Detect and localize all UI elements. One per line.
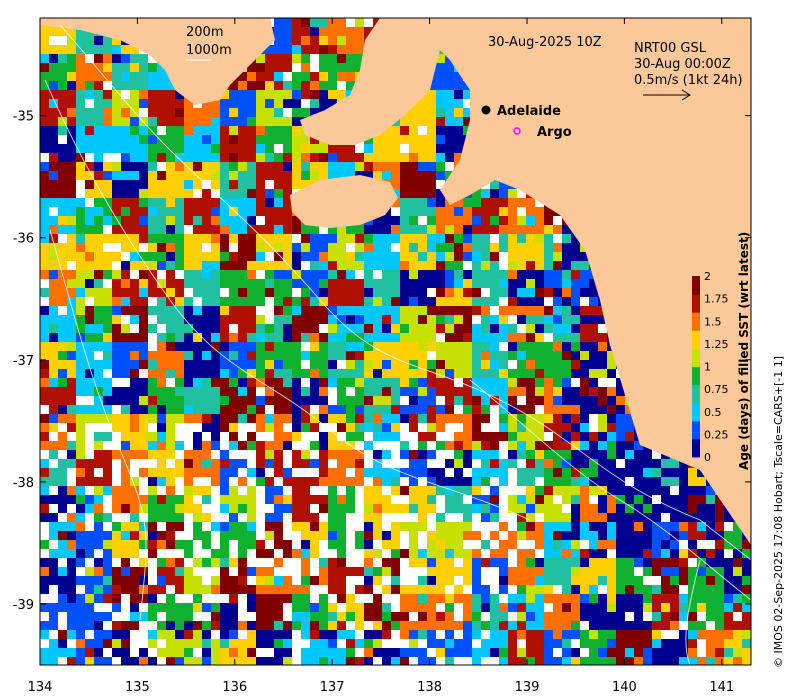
colorbar-tick-label: 0.75 xyxy=(704,383,729,396)
x-tick-label: 141 xyxy=(709,680,734,695)
colorbar-swatch xyxy=(692,294,700,313)
colorbar-swatch xyxy=(692,276,700,295)
y-tick-label: -38 xyxy=(13,476,34,491)
colorbar-swatch xyxy=(692,312,700,331)
colorbar-tick-label: 1.25 xyxy=(704,338,729,351)
colorbar-swatch xyxy=(692,384,700,404)
colorbar-title: Age (days) of filled SST (wrt latest) xyxy=(737,232,751,470)
x-tick-label: 134 xyxy=(28,680,53,695)
y-tick-label: -36 xyxy=(13,232,34,247)
depth-contour-label-1000: 1000m xyxy=(186,43,232,58)
x-tick-label: 137 xyxy=(320,680,345,695)
sst-age-map: 134 135 136 137 138 139 140 141 -35 -36 -37 -38 -39… xyxy=(13,17,785,695)
imos-credit: © IMOS 02-Sep-2025 17:08 Hobart; Tscale=… xyxy=(772,356,785,668)
y-tick-label: -37 xyxy=(13,354,34,369)
x-tick-label: 140 xyxy=(612,680,637,695)
colorbar-tick-label: 1 xyxy=(704,361,711,374)
depth-contour-label-200: 200m xyxy=(186,25,223,40)
colorbar-tick-label: 0 xyxy=(704,451,711,464)
colorbar-swatch xyxy=(692,402,700,422)
x-tick-label: 135 xyxy=(125,680,150,695)
colorbar-swatch xyxy=(692,438,700,458)
colorbar-tick-label: 0.25 xyxy=(704,428,729,441)
argo-label: Argo xyxy=(537,125,572,140)
colorbar-tick-label: 1.5 xyxy=(704,315,722,328)
y-tick-label: -39 xyxy=(13,598,34,613)
adelaide-label: Adelaide xyxy=(497,104,561,119)
colorbar-tick-label: 2 xyxy=(704,270,711,283)
product-line-2: 30-Aug 00:00Z xyxy=(634,57,731,72)
product-line-3: 0.5m/s (1kt 24h) xyxy=(634,73,743,88)
y-tick-label: -35 xyxy=(13,110,34,125)
map-date-title: 30-Aug-2025 10Z xyxy=(488,35,602,50)
x-tick-label: 138 xyxy=(417,680,442,695)
x-tick-label: 136 xyxy=(222,680,247,695)
colorbar-swatch xyxy=(692,366,700,386)
colorbar-swatch xyxy=(692,420,700,440)
colorbar-swatch xyxy=(692,348,700,367)
adelaide-marker xyxy=(481,105,491,115)
colorbar-swatch xyxy=(692,330,700,349)
colorbar-tick-label: 1.75 xyxy=(704,293,729,306)
product-line-1: NRT00 GSL xyxy=(634,41,707,56)
x-tick-label: 139 xyxy=(515,680,540,695)
colorbar-tick-label: 0.5 xyxy=(704,406,722,419)
